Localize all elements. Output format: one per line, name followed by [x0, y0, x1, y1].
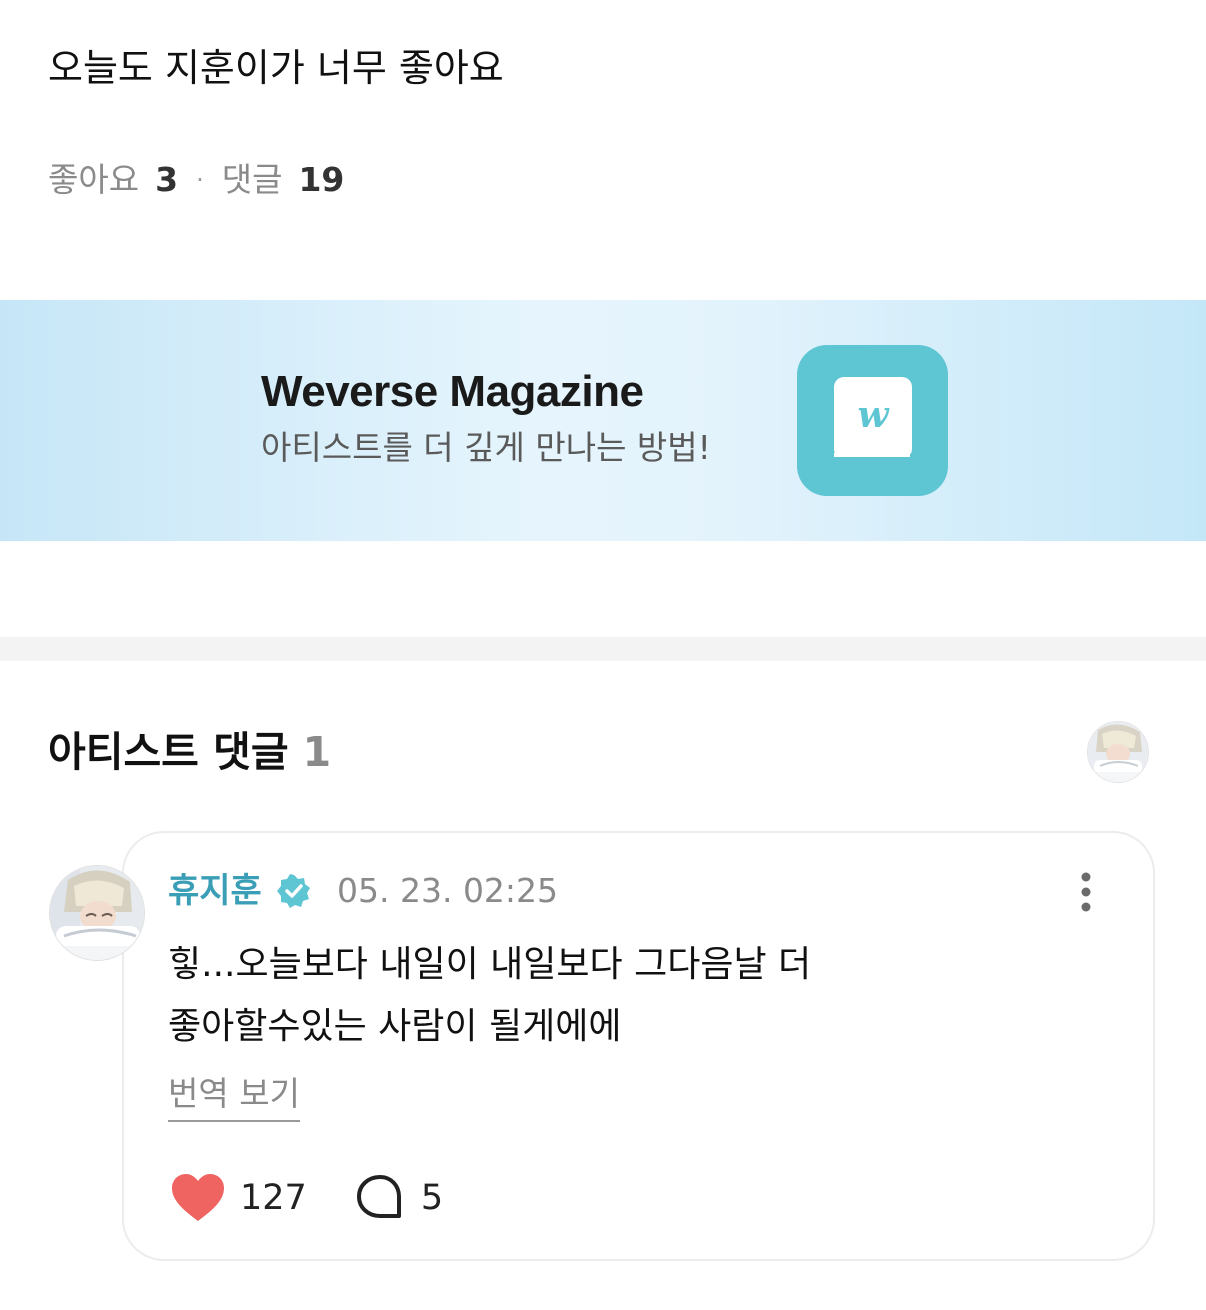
- artist-comments-heading: 아티스트 댓글 1: [48, 724, 331, 780]
- reply-count: 5: [420, 1178, 444, 1218]
- post-stats: 좋아요 3 · 댓글 19: [48, 156, 344, 204]
- artist-comments-title: 아티스트 댓글: [48, 728, 289, 776]
- artist-avatar-icon[interactable]: [1087, 721, 1149, 783]
- comment-body: 힣...오늘보다 내일이 내일보다 그다음날 더 좋아할수있는 사람이 될게에에: [168, 934, 1068, 1058]
- like-count: 127: [240, 1178, 307, 1218]
- comment-author-avatar[interactable]: [49, 865, 145, 961]
- verified-badge-icon: [277, 874, 311, 908]
- comment-timestamp: 05. 23. 02:25: [337, 871, 559, 910]
- heart-icon: [172, 1174, 224, 1221]
- translate-link[interactable]: 번역 보기: [168, 1070, 300, 1122]
- stats-separator: ·: [196, 166, 204, 194]
- comment-body-line: 좋아할수있는 사람이 될게에에: [168, 1006, 622, 1047]
- comment-body-line: 힣...오늘보다 내일이 내일보다 그다음날 더: [168, 944, 812, 985]
- likes-label[interactable]: 좋아요: [48, 156, 139, 204]
- post-detail-page: 오늘도 지훈이가 너무 좋아요 좋아요 3 · 댓글 19 Weverse Ma…: [0, 0, 1206, 1310]
- reply-button[interactable]: 5: [355, 1173, 443, 1223]
- comment-author-name[interactable]: 휴지훈: [168, 866, 262, 916]
- banner-title: Weverse Magazine: [261, 367, 644, 416]
- comments-label[interactable]: 댓글: [222, 156, 283, 204]
- weverse-magazine-banner[interactable]: Weverse Magazine 아티스트를 더 깊게 만나는 방법! w: [0, 300, 1206, 541]
- artist-comments-count: 1: [302, 728, 332, 776]
- likes-count[interactable]: 3: [155, 156, 178, 204]
- section-divider: [0, 637, 1206, 661]
- weverse-magazine-book-icon: w: [797, 345, 948, 496]
- more-options-icon[interactable]: [1066, 868, 1106, 918]
- post-text: 오늘도 지훈이가 너무 좋아요: [48, 46, 504, 90]
- banner-subtitle: 아티스트를 더 깊게 만나는 방법!: [261, 428, 711, 467]
- speech-bubble-icon: [356, 1175, 401, 1218]
- comments-count[interactable]: 19: [298, 156, 344, 204]
- banner-icon-letter: w: [858, 394, 891, 436]
- comment-actions: 127 5: [170, 1170, 443, 1226]
- like-button[interactable]: 127: [170, 1173, 355, 1223]
